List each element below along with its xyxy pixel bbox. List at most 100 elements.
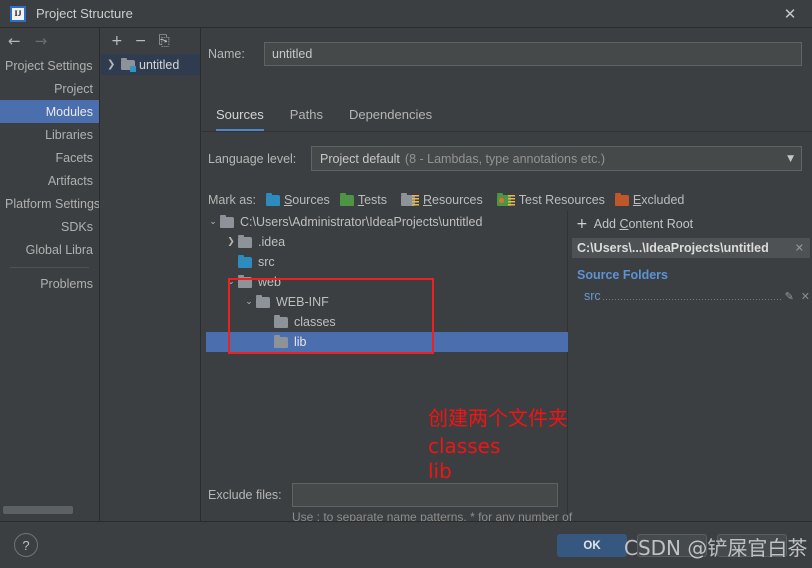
ok-button[interactable]: OK <box>557 534 627 557</box>
tree-row[interactable]: src <box>206 252 568 272</box>
mark-as-excluded-mnemonic: E <box>632 193 642 207</box>
language-level-detail: (8 - Lambdas, type annotations etc.) <box>404 151 606 166</box>
sidebar-horizontal-scrollbar[interactable] <box>3 506 73 514</box>
name-label: Name: <box>208 47 245 61</box>
mark-as-tests-label: ests <box>364 193 387 207</box>
add-content-root-mnemonic: C <box>619 217 629 231</box>
mark-as-tests-button[interactable]: Tests <box>339 192 387 207</box>
folder-icon <box>274 314 288 328</box>
source-folder-icon <box>238 254 252 268</box>
module-list-panel: + − ⎘ ❯ untitled <box>101 28 201 521</box>
tree-expander-icon[interactable]: ⌄ <box>206 217 220 227</box>
tree-row-label: lib <box>294 335 307 349</box>
tree-row-selected[interactable]: lib <box>206 332 568 352</box>
folder-icon <box>274 334 288 348</box>
add-module-icon[interactable]: + <box>111 34 123 48</box>
module-name-row: Name: untitled <box>208 42 806 66</box>
forward-arrow-icon[interactable]: → <box>35 33 48 49</box>
folder-icon <box>220 214 234 228</box>
sidebar-item-sdks[interactable]: SDKs <box>0 215 99 238</box>
mark-as-label: Mark as: <box>208 193 256 207</box>
nav-buttons: ← → <box>0 28 99 54</box>
sidebar-item-artifacts[interactable]: Artifacts <box>0 169 99 192</box>
help-button[interactable]: ? <box>14 533 38 557</box>
tab-sources[interactable]: Sources <box>216 107 264 131</box>
mark-as-resources-button[interactable]: Resources <box>401 192 483 207</box>
folder-icon <box>256 294 270 308</box>
sidebar-item-platform-settings: Platform Settings <box>5 196 99 211</box>
content-root-tree: ⌄ C:\Users\Administrator\IdeaProjects\un… <box>206 212 568 477</box>
exclude-files-label: Exclude files: <box>208 488 282 502</box>
tests-folder-icon <box>339 192 354 206</box>
tree-row[interactable]: classes <box>206 312 568 332</box>
content-roots-panel: + Add Content Root C:\Users\...\IdeaProj… <box>572 214 810 303</box>
chevron-down-icon[interactable]: ▼ <box>787 154 794 164</box>
mark-as-sources-label: ources <box>292 193 330 207</box>
tree-row[interactable]: ⌄ web <box>206 272 568 292</box>
module-expander-icon[interactable]: ❯ <box>107 59 117 70</box>
settings-sidebar: ← → Project Settings Project Modules Lib… <box>0 28 100 521</box>
sidebar-item-global-libraries[interactable]: Global Libra <box>0 238 99 261</box>
back-arrow-icon[interactable]: ← <box>8 33 21 49</box>
source-folder-label: src <box>584 289 601 303</box>
tabs-divider <box>202 131 812 132</box>
plus-icon: + <box>576 216 588 232</box>
sidebar-item-facets[interactable]: Facets <box>0 146 99 169</box>
language-level-value: Project default <box>320 151 400 166</box>
watermark: CSDN @铲屎官白茶 <box>624 536 808 560</box>
edit-pencil-icon[interactable]: ✎ <box>785 290 794 303</box>
language-level-select[interactable]: Project default (8 - Lambdas, type annot… <box>311 146 802 171</box>
module-folder-icon <box>121 57 136 72</box>
sources-folder-icon <box>265 192 280 206</box>
remove-source-folder-icon[interactable]: ✕ <box>801 290 810 303</box>
mark-as-test-resources-label: Test Resources <box>518 193 605 207</box>
sidebar-item-project[interactable]: Project <box>0 77 99 100</box>
language-level-label: Language level: <box>208 151 297 166</box>
tree-row[interactable]: ⌄ C:\Users\Administrator\IdeaProjects\un… <box>206 212 568 232</box>
module-list-item-untitled[interactable]: ❯ untitled <box>101 54 200 75</box>
mark-as-resources-mnemonic: R <box>423 193 433 207</box>
sidebar-item-problems[interactable]: Problems <box>0 272 99 295</box>
tree-row-label: web <box>258 275 281 289</box>
tree-expander-icon[interactable]: ⌄ <box>224 277 238 287</box>
copy-module-icon[interactable]: ⎘ <box>158 34 169 48</box>
excluded-folder-icon <box>614 192 629 206</box>
sidebar-item-modules[interactable]: Modules <box>0 100 99 123</box>
content-root-item[interactable]: C:\Users\...\IdeaProjects\untitled ✕ <box>572 238 810 258</box>
content-root-path: C:\Users\...\IdeaProjects\untitled <box>577 241 769 255</box>
title-bar: IJ Project Structure ✕ <box>0 0 812 28</box>
exclude-files-input[interactable] <box>292 483 558 507</box>
source-folder-item[interactable]: src ✎ ✕ <box>572 287 810 303</box>
tree-row-label: C:\Users\Administrator\IdeaProjects\unti… <box>240 215 483 229</box>
mark-as-resources-label: esources <box>432 193 483 207</box>
mark-as-sources-button[interactable]: Sources <box>265 192 330 207</box>
tab-dependencies[interactable]: Dependencies <box>349 107 432 131</box>
tree-expander-icon[interactable]: ❯ <box>224 237 238 247</box>
tab-paths[interactable]: Paths <box>290 107 323 131</box>
close-icon[interactable]: ✕ <box>768 0 812 27</box>
remove-module-icon[interactable]: − <box>135 34 147 48</box>
intellij-logo-icon: IJ <box>10 5 26 22</box>
project-structure-dialog: IJ Project Structure ✕ ← → Project Setti… <box>0 0 812 568</box>
window-title: Project Structure <box>36 6 133 21</box>
tree-row-label: src <box>258 255 275 269</box>
dotted-leader <box>602 299 783 300</box>
mark-as-test-resources-button[interactable]: Test Resources <box>496 192 605 207</box>
exclude-files-row: Exclude files: <box>208 483 806 507</box>
remove-content-root-icon[interactable]: ✕ <box>795 242 804 255</box>
tree-row[interactable]: ⌄ WEB-INF <box>206 292 568 312</box>
tree-row-label: WEB-INF <box>276 295 329 309</box>
tree-row[interactable]: ❯ .idea <box>206 232 568 252</box>
sidebar-item-libraries[interactable]: Libraries <box>0 123 99 146</box>
sidebar-divider <box>10 267 89 268</box>
source-folders-heading: Source Folders <box>577 268 668 282</box>
editor-tabs: Sources Paths Dependencies <box>216 107 432 131</box>
folder-icon <box>238 274 252 288</box>
module-name-input[interactable]: untitled <box>264 42 802 66</box>
mark-as-excluded-label: xcluded <box>641 193 685 207</box>
tree-expander-icon[interactable]: ⌄ <box>242 297 256 307</box>
mark-as-excluded-button[interactable]: Excluded <box>614 192 685 207</box>
mark-as-row: Mark as: Sources Tests Resources Test Re… <box>208 190 684 210</box>
add-content-root-button[interactable]: + Add Content Root <box>572 214 810 234</box>
annotation-text-line3: lib <box>428 459 452 483</box>
